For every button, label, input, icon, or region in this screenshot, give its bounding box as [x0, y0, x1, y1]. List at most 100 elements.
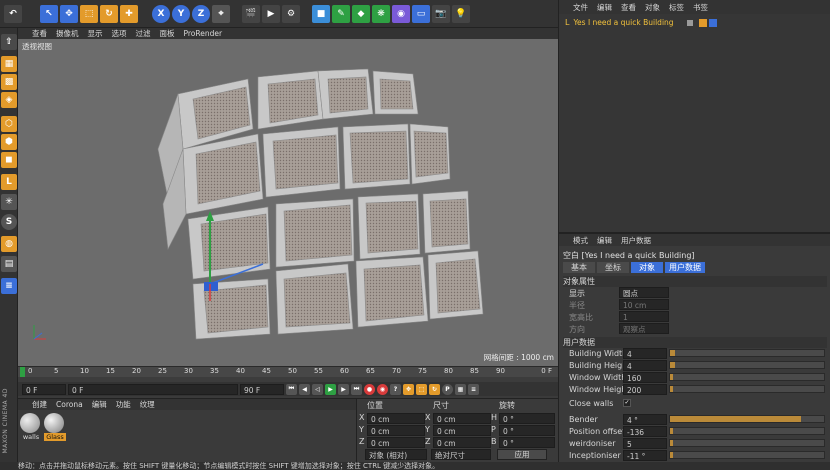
- z-axis-button[interactable]: Z: [192, 4, 210, 23]
- autokey-icon[interactable]: ◉: [377, 383, 388, 395]
- viewport-menu-panel[interactable]: 面板: [160, 28, 175, 39]
- tag-icon[interactable]: [699, 18, 708, 27]
- xpresso-tag-icon[interactable]: [709, 18, 718, 27]
- tab-coord[interactable]: 坐标: [597, 262, 629, 273]
- viewport-menu-view[interactable]: 查看: [32, 28, 47, 39]
- size-field[interactable]: 0 cm: [433, 437, 491, 448]
- timeline-menu-icon[interactable]: ≡: [468, 383, 479, 395]
- render-settings-icon[interactable]: ⚙: [282, 4, 300, 23]
- material-glass[interactable]: Glass: [44, 413, 66, 441]
- param-slider[interactable]: [669, 451, 825, 459]
- light-icon[interactable]: 💡: [452, 4, 470, 23]
- object-name[interactable]: Yes I need a quick Building: [573, 18, 683, 27]
- viewport-menu-display[interactable]: 显示: [88, 28, 103, 39]
- param-slider[interactable]: [669, 439, 825, 447]
- material-menu-corona[interactable]: Corona: [56, 400, 83, 409]
- lock-workplane-icon[interactable]: ◍: [1, 236, 17, 252]
- param-slider[interactable]: [669, 415, 825, 423]
- select-tool-icon[interactable]: ↖: [40, 4, 58, 23]
- cube-icon[interactable]: ■: [312, 4, 330, 23]
- object-menu-view[interactable]: 查看: [621, 2, 636, 13]
- edges-mode-icon[interactable]: ⬢: [1, 134, 17, 150]
- rotation-field[interactable]: 0 °: [499, 413, 555, 424]
- size-field[interactable]: 0 cm: [433, 425, 491, 436]
- undo-icon[interactable]: ↶: [4, 4, 22, 23]
- coord-size-mode-select[interactable]: 绝对尺寸: [431, 449, 491, 460]
- floor-icon[interactable]: ▭: [412, 4, 430, 23]
- scale-key-icon[interactable]: ⬚: [416, 383, 427, 395]
- viewport-menu-camera[interactable]: 摄像机: [56, 28, 79, 39]
- rotation-key-icon[interactable]: ↻: [429, 383, 440, 395]
- recent-tool-icon[interactable]: ✚: [120, 4, 138, 23]
- visibility-dots-icon[interactable]: [687, 19, 694, 26]
- object-menu-tags[interactable]: 标签: [669, 2, 684, 13]
- display-select[interactable]: 圆点: [619, 287, 669, 298]
- param-value-field[interactable]: -11 °: [623, 450, 667, 461]
- material-menu-function[interactable]: 功能: [116, 399, 131, 410]
- play-icon[interactable]: ▶: [325, 383, 336, 395]
- next-key-icon[interactable]: ▶: [338, 383, 349, 395]
- apply-button[interactable]: 应用: [497, 449, 547, 460]
- object-menu-bookmarks[interactable]: 书签: [693, 2, 708, 13]
- scale-tool-icon[interactable]: ⬚: [80, 4, 98, 23]
- material-menu-create[interactable]: 创建: [32, 399, 47, 410]
- param-value-field[interactable]: 5: [623, 438, 667, 449]
- viewport-menu-prorender[interactable]: ProRender: [184, 29, 223, 38]
- frame-range-slider[interactable]: 0 F: [68, 383, 238, 395]
- make-editable-icon[interactable]: ⇧: [1, 34, 17, 50]
- param-value-field[interactable]: 4: [623, 360, 667, 371]
- attribute-menu-mode[interactable]: 模式: [573, 235, 588, 246]
- snap-icon[interactable]: S: [1, 214, 17, 230]
- attribute-menu-edit[interactable]: 编辑: [597, 235, 612, 246]
- workplane-icon[interactable]: ◈: [1, 92, 17, 108]
- param-slider[interactable]: [669, 349, 825, 357]
- go-start-icon[interactable]: ⏮: [286, 383, 297, 395]
- param-slider[interactable]: [669, 361, 825, 369]
- perspective-viewport[interactable]: 透视视图 网格间距: 1000 cm: [18, 39, 558, 366]
- position-field[interactable]: 0 cm: [367, 437, 425, 448]
- deformer-icon[interactable]: ◉: [392, 4, 410, 23]
- grid-icon[interactable]: ▤: [1, 256, 17, 272]
- camera-icon[interactable]: 📷: [432, 4, 450, 23]
- go-end-icon[interactable]: ⏭: [351, 383, 362, 395]
- param-key-icon[interactable]: P: [442, 383, 453, 395]
- tweak-icon[interactable]: ✳: [1, 194, 17, 210]
- object-row[interactable]: L Yes I need a quick Building: [565, 17, 827, 28]
- param-value-field[interactable]: 160: [623, 372, 667, 383]
- coord-mode-select[interactable]: 对象 (相对): [365, 449, 427, 460]
- object-menu-edit[interactable]: 编辑: [597, 2, 612, 13]
- param-value-field[interactable]: 4 °: [623, 414, 667, 425]
- viewport-menu-options[interactable]: 选项: [112, 28, 127, 39]
- end-frame-field[interactable]: 90 F: [240, 383, 284, 395]
- param-value-field[interactable]: -136: [623, 426, 667, 437]
- radius-field[interactable]: 10 cm: [619, 299, 669, 310]
- orient-select[interactable]: 观察点: [619, 323, 669, 334]
- position-key-icon[interactable]: ✥: [403, 383, 414, 395]
- tab-userdata[interactable]: 用户数据: [665, 262, 705, 273]
- rotation-field[interactable]: 0 °: [499, 437, 555, 448]
- move-tool-icon[interactable]: ✥: [60, 4, 78, 23]
- material-menu-texture[interactable]: 纹理: [140, 399, 155, 410]
- y-axis-button[interactable]: Y: [172, 4, 190, 23]
- timeline[interactable]: 0 5 10 15 20 25 30 35 40 45 50 55 60 65 70 75 80 85 90 0 F: [18, 366, 558, 382]
- start-frame-field[interactable]: 0 F: [22, 383, 66, 395]
- polygons-mode-icon[interactable]: ◼: [1, 152, 17, 168]
- close-walls-checkbox[interactable]: ✓: [623, 399, 631, 407]
- enable-axis-icon[interactable]: L: [1, 174, 17, 190]
- render-view-icon[interactable]: 🎬: [242, 4, 260, 23]
- tab-object[interactable]: 对象: [631, 262, 663, 273]
- pla-key-icon[interactable]: ▦: [455, 383, 466, 395]
- render-picture-viewer-icon[interactable]: ▶: [262, 4, 280, 23]
- rotation-field[interactable]: 0 °: [499, 425, 555, 436]
- x-axis-button[interactable]: X: [152, 4, 170, 23]
- keyframe-selection-icon[interactable]: ?: [390, 383, 401, 395]
- position-field[interactable]: 0 cm: [367, 413, 425, 424]
- layers-icon[interactable]: ≡: [1, 278, 17, 294]
- material-walls[interactable]: walls: [20, 413, 42, 441]
- points-mode-icon[interactable]: ⬡: [1, 116, 17, 132]
- prev-key-icon[interactable]: ◀: [299, 383, 310, 395]
- tab-basic[interactable]: 基本: [563, 262, 595, 273]
- param-slider[interactable]: [669, 373, 825, 381]
- param-value-field[interactable]: 200: [623, 384, 667, 395]
- model-mode-icon[interactable]: ▦: [1, 56, 17, 72]
